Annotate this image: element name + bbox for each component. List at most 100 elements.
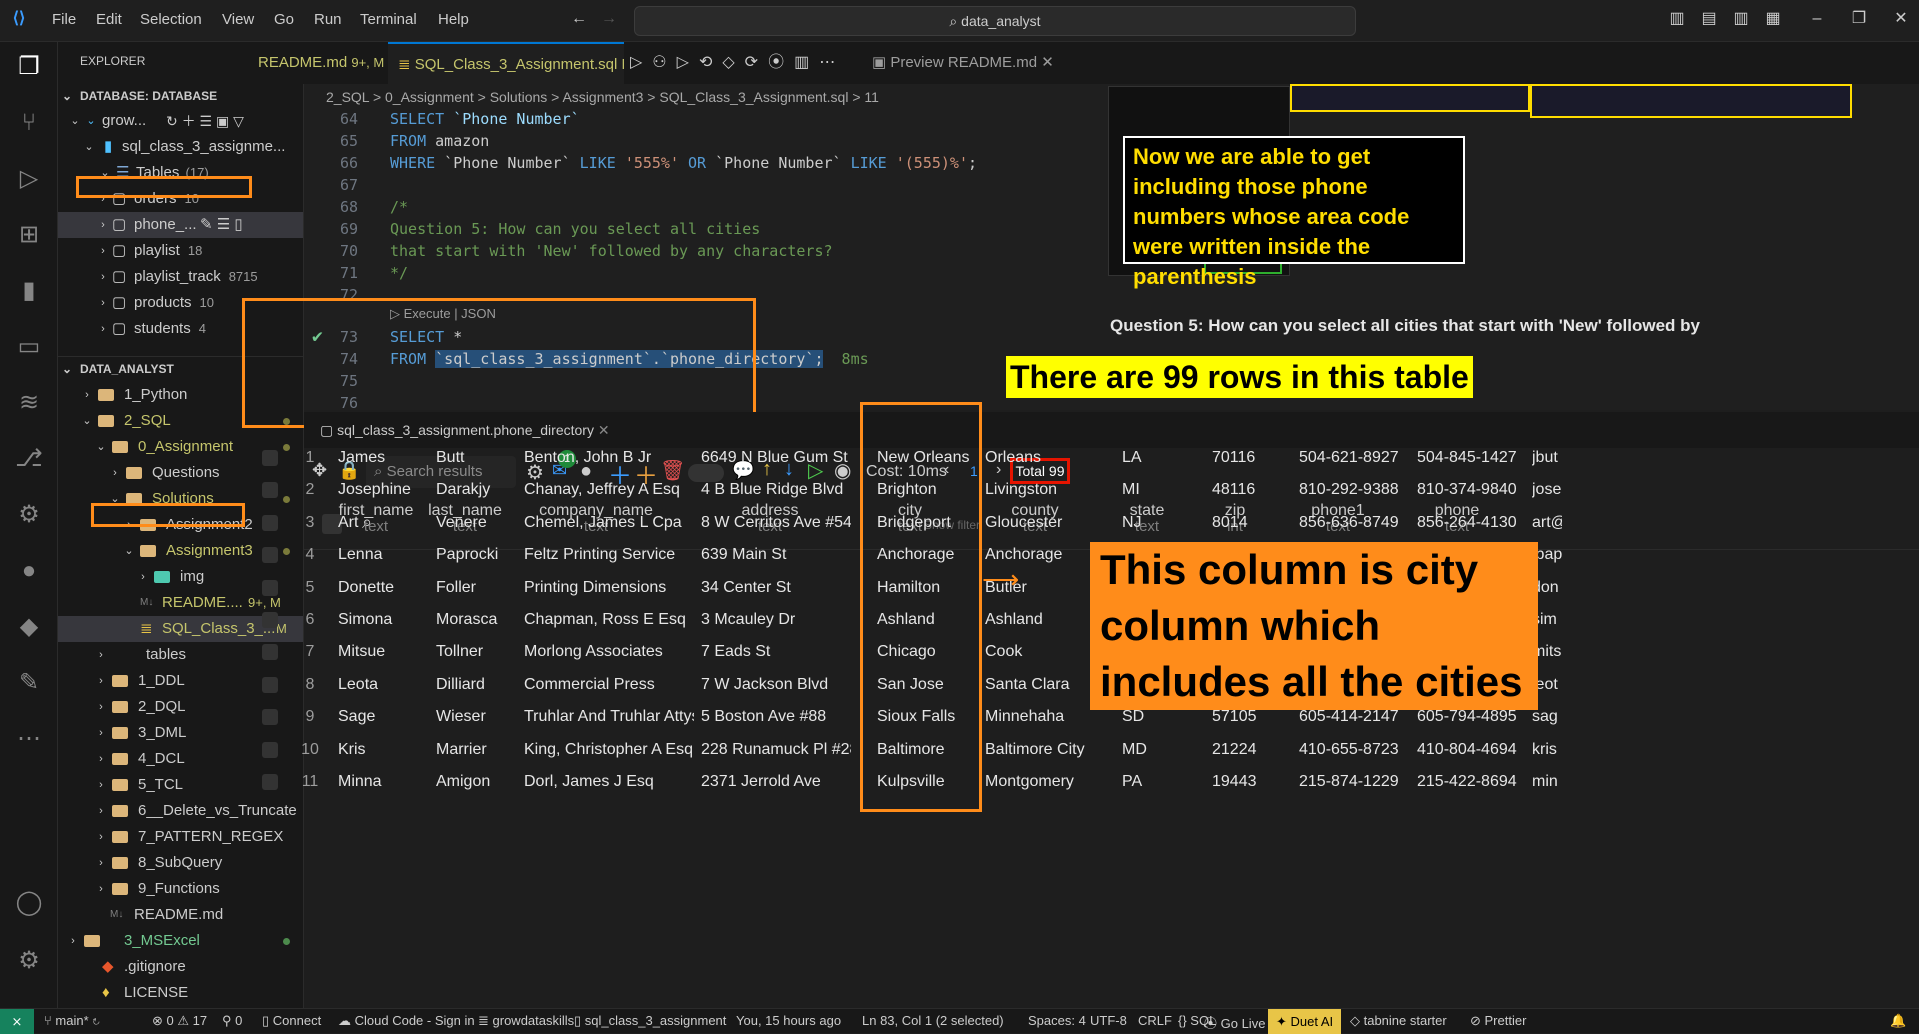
menu-run[interactable]: Run	[314, 11, 342, 28]
table-cell[interactable]: Marrier	[436, 734, 522, 766]
schema-node[interactable]: ⌄ ▮ sql_class_3_assignme...	[58, 134, 303, 160]
run-debug-icon[interactable]: ▷	[14, 164, 44, 194]
table-cell[interactable]: Livingston	[985, 474, 1105, 506]
db-connection[interactable]: ≣ growdataskills	[478, 1013, 574, 1029]
menu-file[interactable]: File	[52, 11, 76, 28]
table-cell[interactable]: jose	[1532, 474, 1562, 506]
file-readme-md[interactable]: M↓ README.md	[58, 902, 303, 928]
table-cell[interactable]: 8 W Cerritos Ave #54	[701, 507, 851, 539]
go-live-button[interactable]: ⦿ Go Live	[1204, 1013, 1265, 1032]
encoding[interactable]: UTF-8	[1090, 1013, 1127, 1028]
table-cell[interactable]: Commercial Press	[524, 669, 694, 701]
table-cell[interactable]: Morlong Associates	[524, 636, 694, 668]
branch-indicator[interactable]: ⑂ main* ↻	[44, 1013, 100, 1028]
row-checkbox[interactable]	[262, 514, 278, 531]
table-cell[interactable]: 410-804-4694	[1417, 734, 1527, 766]
table-cell[interactable]: 7 Eads St	[701, 636, 851, 668]
table-cell[interactable]: 6649 N Blue Gum St	[701, 442, 851, 474]
menu-edit[interactable]: Edit	[96, 11, 122, 28]
table-cell[interactable]: 215-874-1229	[1299, 766, 1409, 798]
table-cell[interactable]: Kris	[338, 734, 430, 766]
table-cell[interactable]: 856-264-4130	[1417, 507, 1527, 539]
database-section-header[interactable]: ⌄ DATABASE: DATABASE	[58, 84, 303, 108]
menu-view[interactable]: View	[222, 11, 254, 28]
row-checkbox[interactable]	[262, 482, 278, 499]
table-cell[interactable]: 8014	[1212, 507, 1292, 539]
table-cell[interactable]: kris	[1532, 734, 1562, 766]
row-actions-icon[interactable]: ✎ ☰ ▯	[200, 212, 243, 238]
row-checkbox[interactable]	[262, 741, 278, 758]
table-cell[interactable]: MD	[1122, 734, 1182, 766]
row-checkbox[interactable]	[262, 676, 278, 693]
database-icon[interactable]: ≋	[14, 388, 44, 418]
row-checkbox[interactable]	[262, 644, 278, 661]
ports-indicator[interactable]: ⚲ 0	[222, 1013, 242, 1029]
row-number[interactable]: 8	[290, 669, 330, 701]
tab-readme[interactable]: README.md 9+, M	[248, 42, 388, 84]
row-checkbox[interactable]	[262, 547, 278, 564]
table-cell[interactable]: 4 B Blue Ridge Blvd	[701, 474, 851, 506]
tabnine-button[interactable]: ◇ tabnine starter	[1350, 1013, 1447, 1029]
table-cell[interactable]: 48116	[1212, 474, 1292, 506]
table-cell[interactable]: PA	[1122, 766, 1182, 798]
table-cell[interactable]: 810-374-9840	[1417, 474, 1527, 506]
table-cell[interactable]: Venere	[436, 507, 522, 539]
table-cell[interactable]: Foller	[436, 572, 522, 604]
close-icon[interactable]: ✕	[1892, 10, 1910, 28]
table-cell[interactable]: 410-655-8723	[1299, 734, 1409, 766]
table-playlist-track[interactable]: › ▢ playlist_track 8715	[58, 264, 303, 290]
table-cell[interactable]: 856-636-8749	[1299, 507, 1409, 539]
menu-terminal[interactable]: Terminal	[360, 11, 417, 28]
table-cell[interactable]: 21224	[1212, 734, 1292, 766]
table-cell[interactable]: Chemel, James L Cpa	[524, 507, 694, 539]
tab-sql-file[interactable]: ≣ SQL_Class_3_Assignment.sql M ✕	[388, 42, 624, 84]
row-number[interactable]: 7	[290, 636, 330, 668]
cloud-code-button[interactable]: ☁ Cloud Code - Sign in	[338, 1013, 475, 1029]
source-control-icon[interactable]: ⑂	[14, 108, 44, 138]
row-checkbox[interactable]	[262, 450, 278, 466]
table-cell[interactable]: Art	[338, 507, 430, 539]
refresh-icon[interactable]: ↻ ＋ ☰ ▣ ▽	[166, 108, 244, 134]
table-cell[interactable]: jbut	[1532, 442, 1562, 474]
row-checkbox[interactable]	[262, 579, 278, 596]
table-cell[interactable]: 504-845-1427	[1417, 442, 1527, 474]
toggle-sidebar-icon[interactable]: ▥	[1668, 10, 1686, 28]
file-license[interactable]: ♦ LICENSE	[58, 980, 303, 1006]
folder-3-msexcel[interactable]: › 3_MSExcel	[58, 928, 303, 954]
prettier-button[interactable]: ⊘ Prettier	[1470, 1013, 1526, 1029]
toggle-panel-icon[interactable]: ▤	[1700, 10, 1718, 28]
table-cell[interactable]: Josephine	[338, 474, 430, 506]
table-cell[interactable]: Feltz Printing Service	[524, 539, 694, 571]
cursor-position[interactable]: Ln 83, Col 1 (2 selected)	[862, 1013, 1004, 1028]
extensions-icon[interactable]: ⊞	[14, 220, 44, 250]
table-cell[interactable]: 70116	[1212, 442, 1292, 474]
table-cell[interactable]: King, Christopher A Esq	[524, 734, 694, 766]
problems-indicator[interactable]: ⊗ 0 ⚠ 17	[152, 1013, 207, 1029]
table-cell[interactable]: Tollner	[436, 636, 522, 668]
folder-8-subquery[interactable]: › 8_SubQuery	[58, 850, 303, 876]
table-cell[interactable]: Amigon	[436, 766, 522, 798]
table-cell[interactable]: Donette	[338, 572, 430, 604]
line-ending[interactable]: CRLF	[1138, 1013, 1172, 1028]
table-cell[interactable]: 215-422-8694	[1417, 766, 1527, 798]
connection-node[interactable]: ⌄ ⌄ grow... ↻ ＋ ☰ ▣ ▽	[58, 108, 303, 134]
row-number[interactable]: 5	[290, 572, 330, 604]
table-cell[interactable]: 2371 Jerrold Ave	[701, 766, 851, 798]
row-number[interactable]: 3	[290, 507, 330, 539]
menu-help[interactable]: Help	[438, 11, 469, 28]
table-cell[interactable]: 639 Main St	[701, 539, 851, 571]
row-checkbox[interactable]	[262, 774, 278, 790]
forward-arrow-icon[interactable]: →	[600, 10, 618, 28]
tab-preview-readme[interactable]: ▣ Preview README.md ✕	[862, 42, 1058, 84]
row-number[interactable]: 10	[290, 734, 330, 766]
table-cell[interactable]: Mitsue	[338, 636, 430, 668]
remote-indicator-icon[interactable]: ⨯	[0, 1009, 34, 1034]
notifications-bell-icon[interactable]: 🔔	[1890, 1013, 1906, 1029]
table-cell[interactable]: Wieser	[436, 701, 522, 733]
table-cell[interactable]: 810-292-9388	[1299, 474, 1409, 506]
table-cell[interactable]: NJ	[1122, 507, 1182, 539]
table-cell[interactable]: Minnehaha	[985, 701, 1105, 733]
table-cell[interactable]: Dilliard	[436, 669, 522, 701]
duet-ai-button[interactable]: ✦ Duet AI	[1268, 1009, 1342, 1034]
git-blame[interactable]: You, 15 hours ago	[736, 1013, 841, 1028]
